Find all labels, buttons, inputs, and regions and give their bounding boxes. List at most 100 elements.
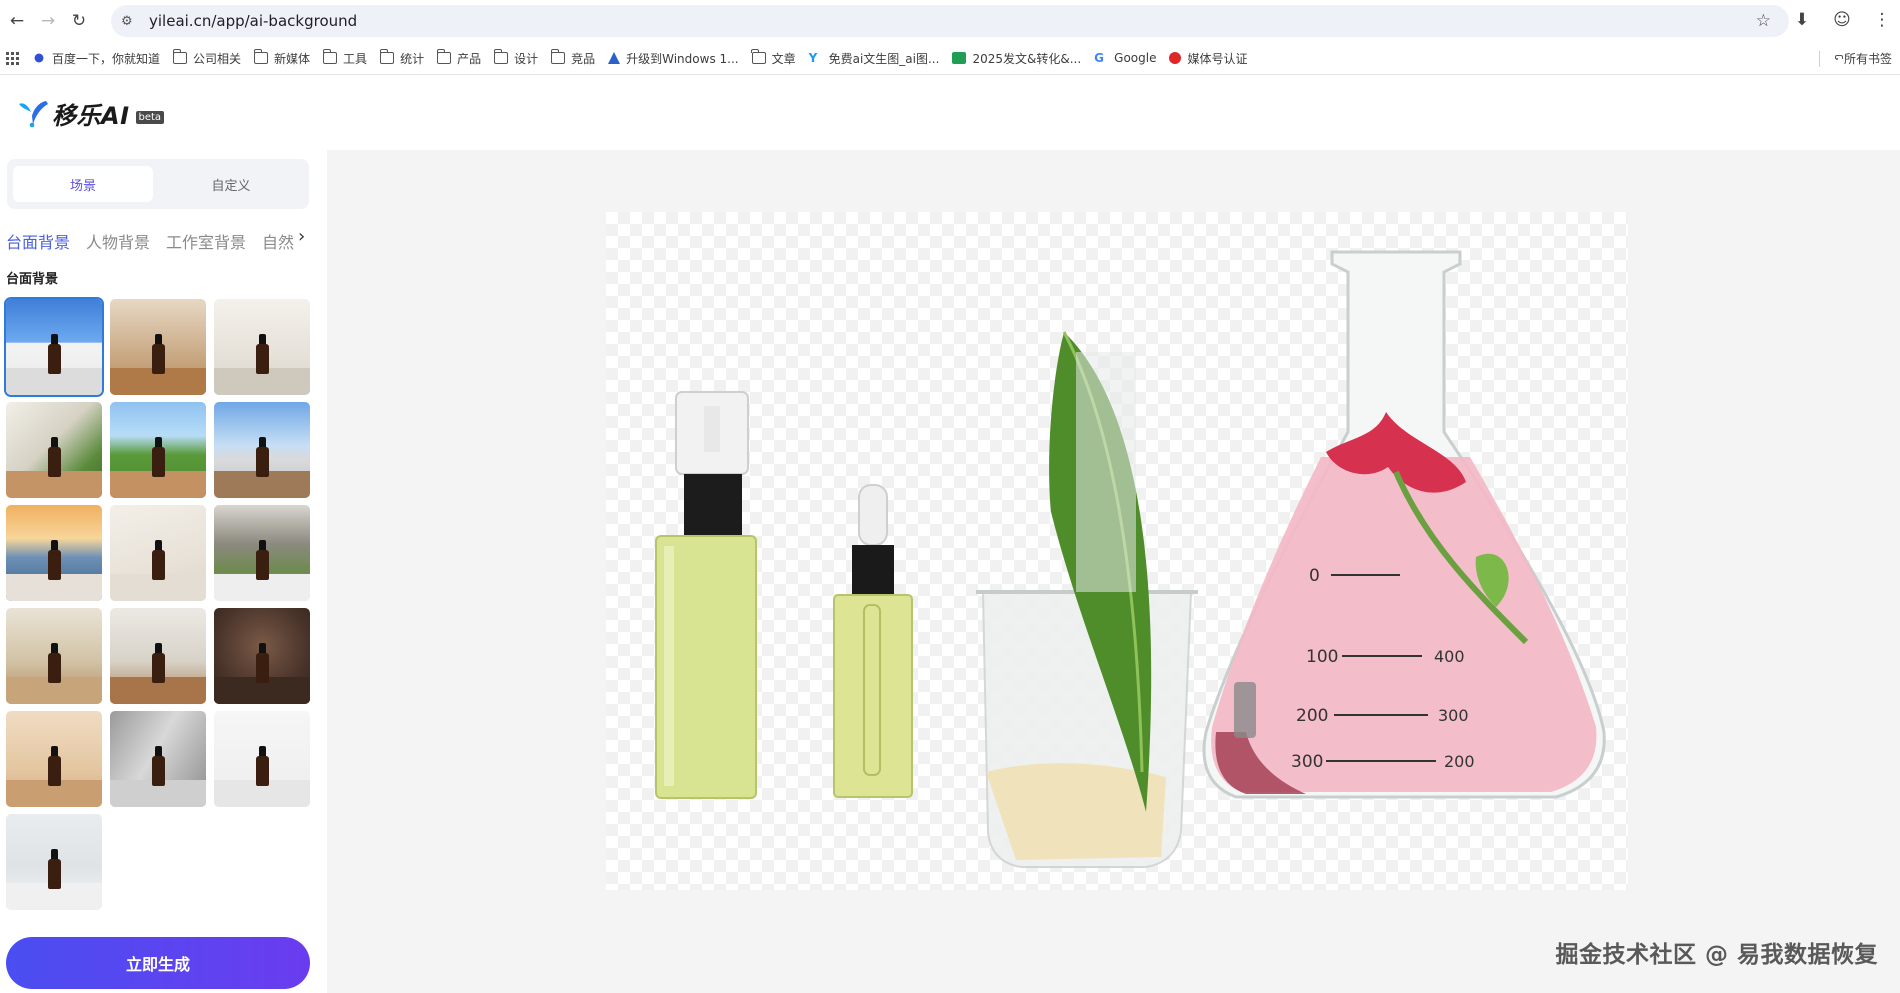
folder-icon (379, 49, 395, 64)
url-text[interactable]: yileai.cn/app/ai-background (149, 12, 357, 30)
bookmark-label: 升级到Windows 1... (626, 51, 739, 66)
bookmark-item[interactable]: 2025发文&转化&... (952, 50, 1081, 67)
baidu-icon (32, 52, 46, 64)
bookmark-item[interactable]: 百度一下，你就知道 (32, 50, 160, 67)
mode-switch: 场景 自定义 (7, 159, 309, 209)
dropper-bottle-body (833, 594, 913, 798)
logo-text[interactable]: 移乐AI (52, 96, 130, 131)
address-bar[interactable]: ⚙ yileai.cn/app/ai-background ☆ (111, 5, 1789, 37)
profile-icon[interactable]: ☺ (1828, 6, 1856, 34)
bookmark-star-icon[interactable]: ☆ (1756, 11, 1771, 31)
chevron-right-icon[interactable]: › (298, 226, 321, 247)
glass-tube (1076, 352, 1136, 592)
folder-icon (436, 49, 452, 64)
category-tab-tabletop[interactable]: 台面背景 (6, 229, 70, 253)
category-tab-studio[interactable]: 工作室背景 (166, 229, 246, 253)
scene-thumbnail-white-pedestal[interactable] (214, 711, 310, 807)
scene-thumbnail-dark-studio[interactable] (214, 608, 310, 704)
scene-thumbnail-cream-fabric[interactable] (110, 505, 206, 601)
canvas-area: 0 100 200 300 400 300 200 掘金技术社区 @ 易我数据恢… (327, 150, 1900, 993)
flask-mark: 200 (1444, 752, 1475, 771)
reload-icon[interactable]: ↻ (65, 7, 93, 35)
browser-toolbar: ← → ↻ ⚙ yileai.cn/app/ai-background ☆ ⬇ … (0, 0, 1900, 42)
apps-grid-icon[interactable] (6, 51, 19, 65)
folder-icon (1835, 54, 1844, 60)
bookmark-item[interactable]: 升级到Windows 1... (608, 50, 739, 67)
all-bookmarks[interactable]: 所有书签 (1818, 50, 1892, 67)
category-tab-nature[interactable]: 自然 (262, 229, 294, 253)
all-bookmarks-label: 所有书签 (1843, 52, 1892, 66)
bookmark-item[interactable]: 产品 (436, 49, 482, 67)
scene-thumbnail-grey-shadow[interactable] (110, 711, 206, 807)
category-tabs: 台面背景 人物背景 工作室背景 自然 (6, 226, 320, 256)
bookmark-item[interactable]: 文章 (751, 49, 796, 67)
bookmark-item[interactable]: Y 免费ai文生图_ai图... (809, 50, 940, 67)
bookmark-item[interactable]: 媒体号认证 (1169, 50, 1247, 67)
flask-mark: 100 (1306, 647, 1338, 667)
scene-grid (4, 297, 316, 910)
scene-thumbnail-white-flowers-window[interactable] (214, 505, 310, 601)
section-title: 台面背景 (6, 272, 59, 287)
site-icon: Y (808, 51, 818, 65)
bookmark-item[interactable]: 统计 (379, 49, 424, 67)
site-settings-icon[interactable]: ⚙ (121, 13, 137, 29)
product-preview[interactable]: 0 100 200 300 400 300 200 (606, 212, 1628, 890)
scene-thumbnail-sky-terrace[interactable] (214, 402, 310, 498)
flask-liquid (1211, 457, 1597, 792)
flask-mark: 0 (1309, 566, 1320, 586)
bookmark-label: 工具 (343, 51, 368, 66)
scene-thumbnail-flowers-wood-table[interactable] (110, 608, 206, 704)
download-icon[interactable]: ⬇ (1788, 6, 1816, 34)
logo-icon[interactable] (16, 98, 50, 128)
bookmark-item[interactable]: 工具 (322, 49, 368, 67)
bookmarks-bar: 百度一下，你就知道 公司相关 新媒体 工具 统计 产品 设计 竞品 升级到Win… (0, 42, 1900, 75)
app-header: 移乐AI beta (0, 76, 1900, 150)
tab-custom[interactable]: 自定义 (161, 166, 301, 202)
dropper-collar (852, 545, 894, 595)
scene-thumbnail-wooden-shelf-room[interactable] (110, 299, 206, 395)
scene-thumbnail-palm-leaf-table[interactable] (6, 402, 102, 498)
flask-mark: 300 (1291, 752, 1323, 772)
scene-thumbnail-rattan-flowers[interactable] (6, 608, 102, 704)
bookmark-item[interactable]: 设计 (493, 49, 539, 67)
folder-icon (172, 49, 188, 64)
tab-scene[interactable]: 场景 (13, 166, 153, 202)
pump-collar (684, 474, 742, 536)
dropper-bulb (858, 484, 888, 546)
scene-thumbnail-warm-wood-studio[interactable] (6, 711, 102, 807)
google-icon: G (1094, 51, 1104, 65)
scene-thumbnail-marble-kitchen[interactable] (6, 814, 102, 910)
bookmark-label: 免费ai文生图_ai图... (828, 51, 940, 66)
flask-mark: 300 (1438, 706, 1469, 725)
bookmark-label: 2025发文&转化&... (972, 51, 1082, 66)
folder-icon (751, 49, 766, 64)
scene-thumbnail-bright-bathroom[interactable] (214, 299, 310, 395)
watermark: 掘金技术社区 @ 易我数据恢复 (1555, 942, 1878, 968)
folder-icon (493, 49, 509, 64)
folder-icon (253, 49, 269, 64)
product-image: 0 100 200 300 400 300 200 (655, 250, 1606, 868)
category-tab-people[interactable]: 人物背景 (86, 229, 150, 253)
windows-upgrade-icon (608, 52, 621, 64)
menu-icon[interactable]: ⋮ (1868, 6, 1896, 34)
sidebar: 场景 自定义 台面背景 人物背景 工作室背景 自然 › 台面背景 立即生成 (0, 150, 325, 993)
bookmark-item[interactable]: 新媒体 (253, 49, 311, 67)
scene-thumbnail-seaside-arch[interactable] (4, 297, 104, 397)
beta-badge: beta (135, 110, 165, 124)
sheet-icon (952, 52, 967, 64)
back-icon[interactable]: ← (3, 7, 31, 35)
bookmark-label: 新媒体 (274, 51, 311, 66)
bookmark-label: 公司相关 (193, 51, 242, 66)
scene-thumbnail-garden-lawn[interactable] (110, 402, 206, 498)
bookmark-item[interactable]: 公司相关 (172, 49, 242, 67)
scene-thumbnail-sunset-beach[interactable] (6, 505, 102, 601)
flask-mark: 400 (1434, 647, 1465, 666)
bookmark-label: 设计 (514, 51, 539, 66)
bookmark-item[interactable]: G Google (1094, 51, 1156, 65)
bookmark-label: 产品 (457, 51, 482, 66)
divider (1818, 50, 1820, 67)
bookmark-item[interactable]: 竞品 (550, 49, 595, 67)
generate-button[interactable]: 立即生成 (6, 937, 310, 989)
forward-icon[interactable]: → (34, 7, 62, 35)
folder-icon (550, 49, 566, 64)
